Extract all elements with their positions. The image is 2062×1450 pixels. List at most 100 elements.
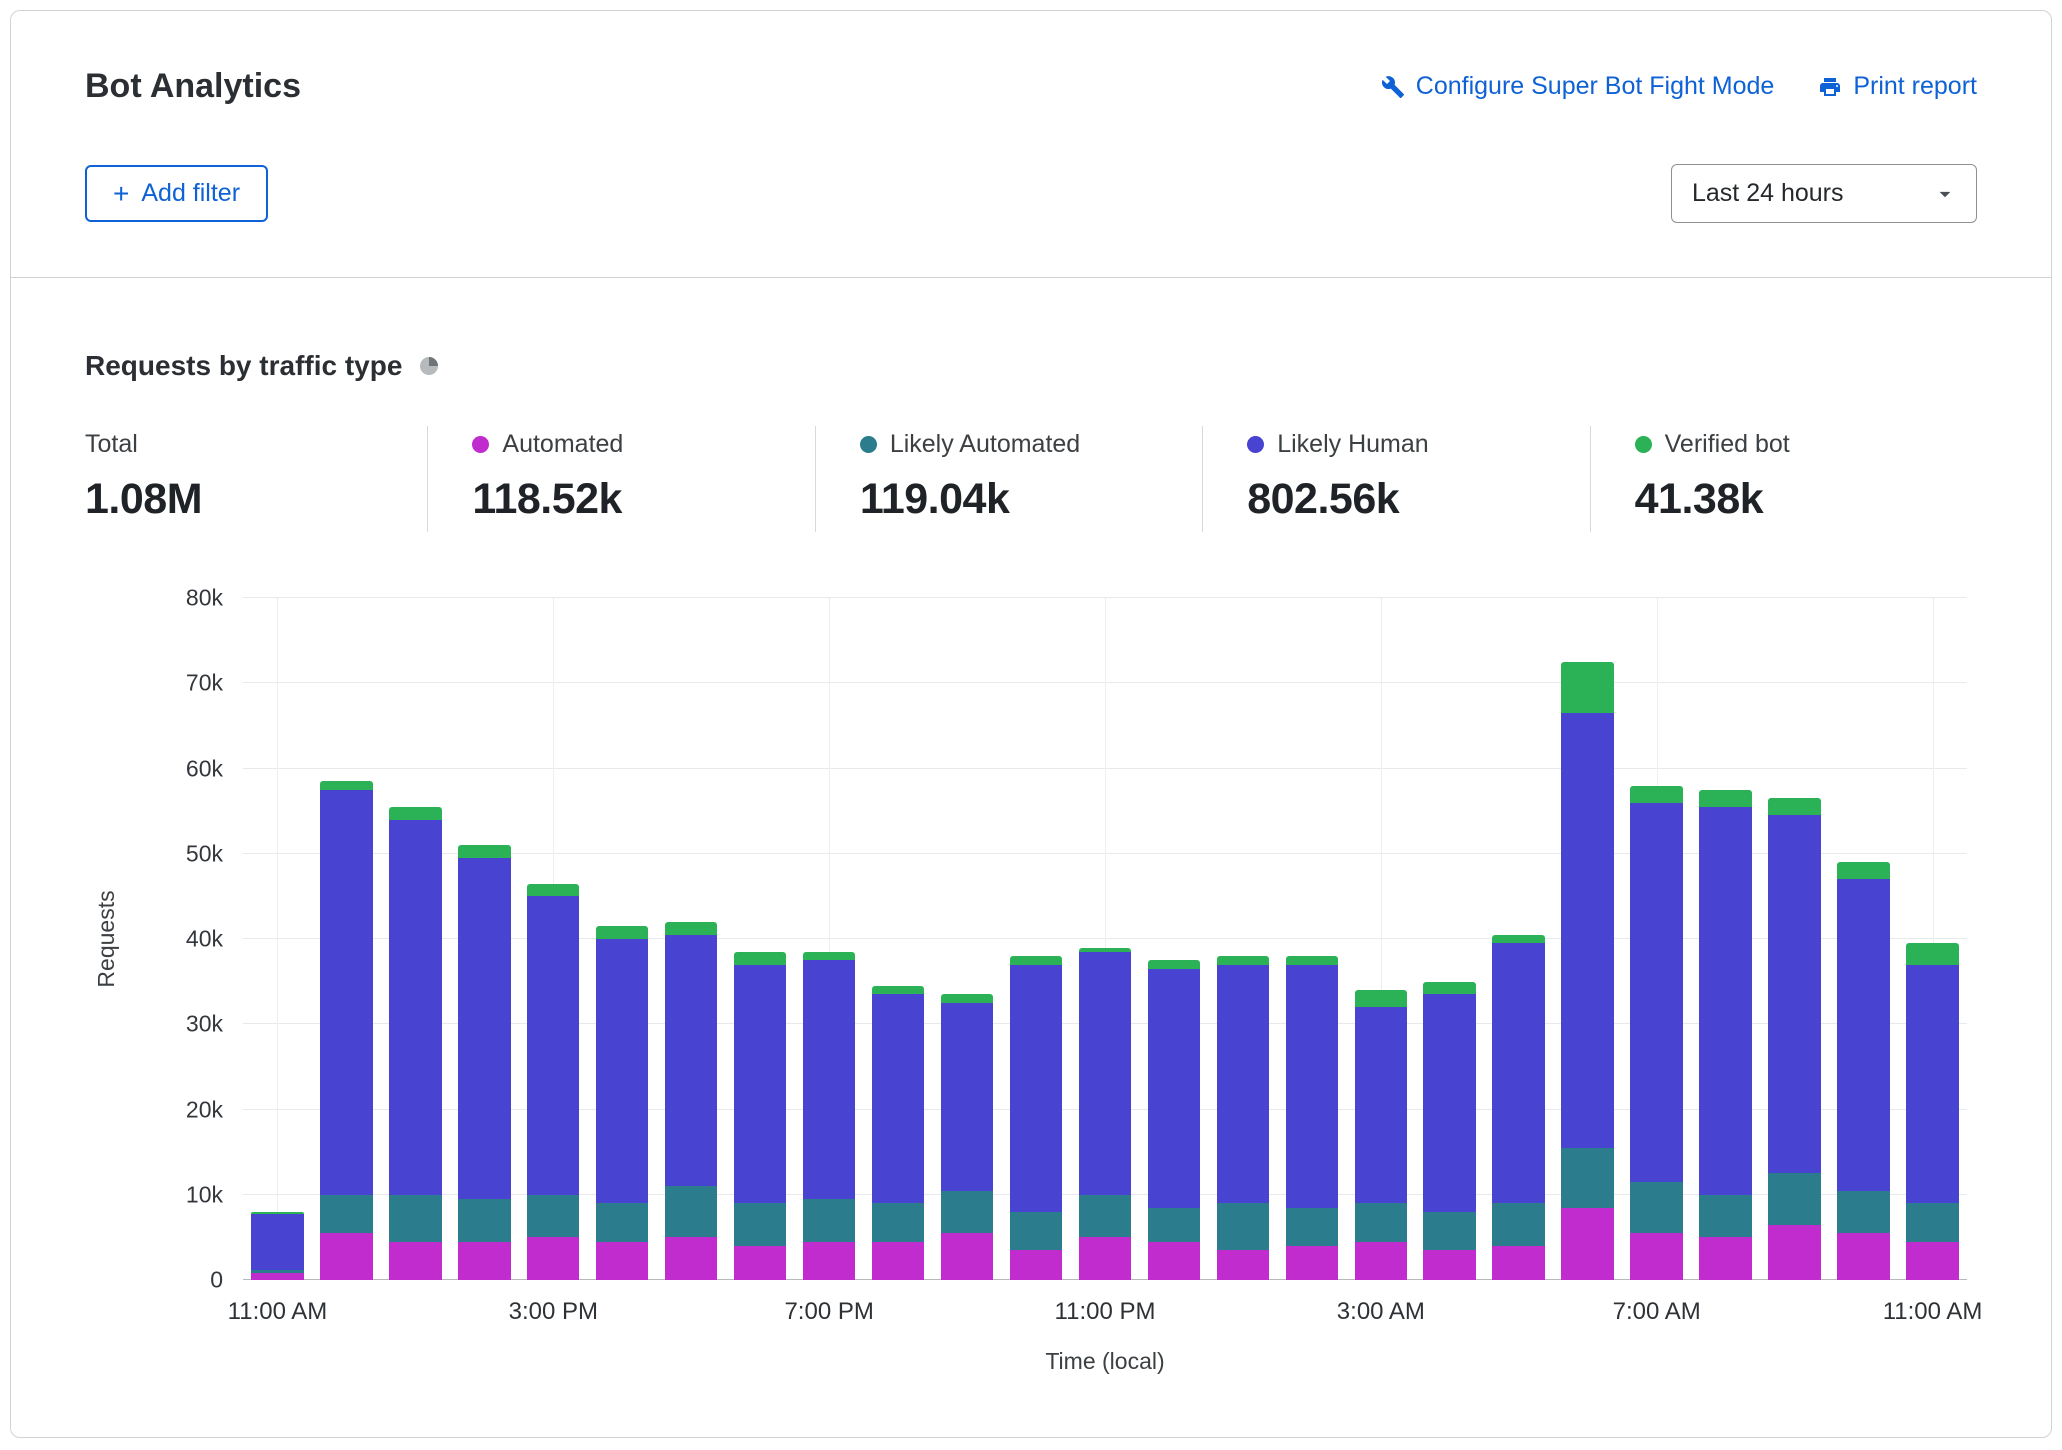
chart-bar[interactable] bbox=[1553, 598, 1622, 1280]
x-axis-labels: 11:00 AM3:00 PM7:00 PM11:00 PM3:00 AM7:0… bbox=[243, 1298, 1967, 1332]
stat-likely-automated[interactable]: Likely Automated 119.04k bbox=[815, 426, 1202, 532]
chart-bar[interactable] bbox=[1484, 598, 1553, 1280]
chart-bar[interactable] bbox=[312, 598, 381, 1280]
bar-segment-likely-automated bbox=[1423, 1212, 1475, 1250]
x-tick-label: 7:00 PM bbox=[784, 1298, 873, 1326]
chart-bar[interactable] bbox=[243, 598, 312, 1280]
bar-segment-automated bbox=[1355, 1242, 1407, 1280]
bot-analytics-card: Bot Analytics Configure Super Bot Fight … bbox=[10, 10, 2052, 1438]
chart-bar[interactable] bbox=[1277, 598, 1346, 1280]
bar-segment-verified-bot bbox=[1286, 956, 1338, 965]
bar-segment-likely-automated bbox=[1217, 1203, 1269, 1250]
chart-bar[interactable] bbox=[933, 598, 1002, 1280]
y-tick-label: 30k bbox=[186, 1011, 223, 1038]
chart-bar[interactable] bbox=[1760, 598, 1829, 1280]
stat-verified-bot-value: 41.38k bbox=[1635, 475, 1957, 524]
chart-bar[interactable] bbox=[1139, 598, 1208, 1280]
header-links: Configure Super Bot Fight Mode Print rep… bbox=[1381, 72, 1977, 101]
stat-total-value: 1.08M bbox=[85, 475, 407, 524]
bar-segment-likely-human bbox=[665, 935, 717, 1186]
stat-total-label: Total bbox=[85, 430, 138, 459]
bar-segment-automated bbox=[1286, 1246, 1338, 1280]
add-filter-label: Add filter bbox=[141, 179, 240, 208]
chart-bar[interactable] bbox=[1415, 598, 1484, 1280]
stacked-bar bbox=[1010, 598, 1062, 1280]
y-tick-label: 50k bbox=[186, 840, 223, 867]
y-tick-label: 0 bbox=[210, 1267, 223, 1294]
bar-segment-verified-bot bbox=[1010, 956, 1062, 965]
chart-bar[interactable] bbox=[1691, 598, 1760, 1280]
stacked-bar bbox=[1837, 598, 1889, 1280]
bar-segment-verified-bot bbox=[1423, 982, 1475, 995]
add-filter-button[interactable]: + Add filter bbox=[85, 165, 268, 222]
bar-segment-verified-bot bbox=[1355, 990, 1407, 1007]
bar-segment-likely-human bbox=[1079, 952, 1131, 1195]
bar-segment-likely-automated bbox=[941, 1191, 993, 1234]
bar-segment-verified-bot bbox=[1837, 862, 1889, 879]
stat-automated[interactable]: Automated 118.52k bbox=[427, 426, 814, 532]
configure-link-label: Configure Super Bot Fight Mode bbox=[1416, 72, 1775, 101]
x-tick-label: 7:00 AM bbox=[1613, 1298, 1701, 1326]
chart-bar[interactable] bbox=[795, 598, 864, 1280]
stat-likely-automated-label: Likely Automated bbox=[890, 430, 1080, 459]
bar-segment-verified-bot bbox=[389, 807, 441, 820]
stacked-bar bbox=[1768, 598, 1820, 1280]
wrench-icon bbox=[1381, 75, 1405, 99]
stacked-bar bbox=[872, 598, 924, 1280]
chart-bar[interactable] bbox=[588, 598, 657, 1280]
bar-segment-automated bbox=[1492, 1246, 1544, 1280]
stat-verified-bot[interactable]: Verified bot 41.38k bbox=[1590, 426, 1977, 532]
chart-bar[interactable] bbox=[1829, 598, 1898, 1280]
section-title: Requests by traffic type bbox=[85, 350, 402, 382]
chart-bar[interactable] bbox=[519, 598, 588, 1280]
chart-bar[interactable] bbox=[1898, 598, 1967, 1280]
bar-segment-likely-human bbox=[803, 960, 855, 1199]
x-tick-label: 3:00 PM bbox=[509, 1298, 598, 1326]
chart-bar[interactable] bbox=[1622, 598, 1691, 1280]
bar-segment-likely-human bbox=[1561, 713, 1613, 1148]
bar-segment-verified-bot bbox=[320, 781, 372, 790]
bar-segment-likely-automated bbox=[1561, 1148, 1613, 1208]
bar-segment-automated bbox=[1561, 1208, 1613, 1280]
stat-likely-human[interactable]: Likely Human 802.56k bbox=[1202, 426, 1589, 532]
x-tick-label: 3:00 AM bbox=[1337, 1298, 1425, 1326]
y-tick-label: 80k bbox=[186, 585, 223, 612]
chart-bar[interactable] bbox=[1001, 598, 1070, 1280]
print-report-link[interactable]: Print report bbox=[1818, 72, 1977, 101]
stat-likely-human-value: 802.56k bbox=[1247, 475, 1569, 524]
bar-segment-likely-automated bbox=[527, 1195, 579, 1238]
bar-segment-likely-human bbox=[527, 896, 579, 1194]
chart-bar[interactable] bbox=[657, 598, 726, 1280]
stat-total: Total 1.08M bbox=[85, 426, 427, 532]
bar-segment-likely-human bbox=[872, 994, 924, 1203]
likely-automated-dot-icon bbox=[860, 436, 877, 453]
likely-human-dot-icon bbox=[1247, 436, 1264, 453]
bar-segment-likely-automated bbox=[596, 1203, 648, 1241]
bar-segment-verified-bot bbox=[665, 922, 717, 935]
bar-segment-automated bbox=[665, 1237, 717, 1280]
chart-bar[interactable] bbox=[450, 598, 519, 1280]
bar-segment-automated bbox=[803, 1242, 855, 1280]
bar-segment-likely-automated bbox=[734, 1203, 786, 1246]
bar-segment-likely-automated bbox=[1837, 1191, 1889, 1234]
chart-bar[interactable] bbox=[1208, 598, 1277, 1280]
printer-icon bbox=[1818, 75, 1842, 99]
chart-bar[interactable] bbox=[726, 598, 795, 1280]
bar-segment-automated bbox=[1079, 1237, 1131, 1280]
x-axis-title: Time (local) bbox=[243, 1348, 1967, 1375]
stacked-bar bbox=[458, 598, 510, 1280]
chart-bar[interactable] bbox=[864, 598, 933, 1280]
chart-bar[interactable] bbox=[381, 598, 450, 1280]
requests-chart: Requests 010k20k30k40k50k60k70k80k 11:00… bbox=[85, 598, 1977, 1375]
chart-bar[interactable] bbox=[1346, 598, 1415, 1280]
time-range-select[interactable]: Last 24 hours bbox=[1671, 164, 1977, 223]
y-axis-title: Requests bbox=[93, 890, 120, 987]
bar-segment-verified-bot bbox=[1492, 935, 1544, 944]
traffic-type-stats: Total 1.08M Automated 118.52k Likely Aut… bbox=[85, 426, 1977, 532]
bar-segment-automated bbox=[1010, 1250, 1062, 1280]
configure-super-bot-fight-mode-link[interactable]: Configure Super Bot Fight Mode bbox=[1381, 72, 1775, 101]
chart-bar[interactable] bbox=[1070, 598, 1139, 1280]
bar-segment-verified-bot bbox=[941, 994, 993, 1003]
stacked-bar bbox=[734, 598, 786, 1280]
automated-dot-icon bbox=[472, 436, 489, 453]
